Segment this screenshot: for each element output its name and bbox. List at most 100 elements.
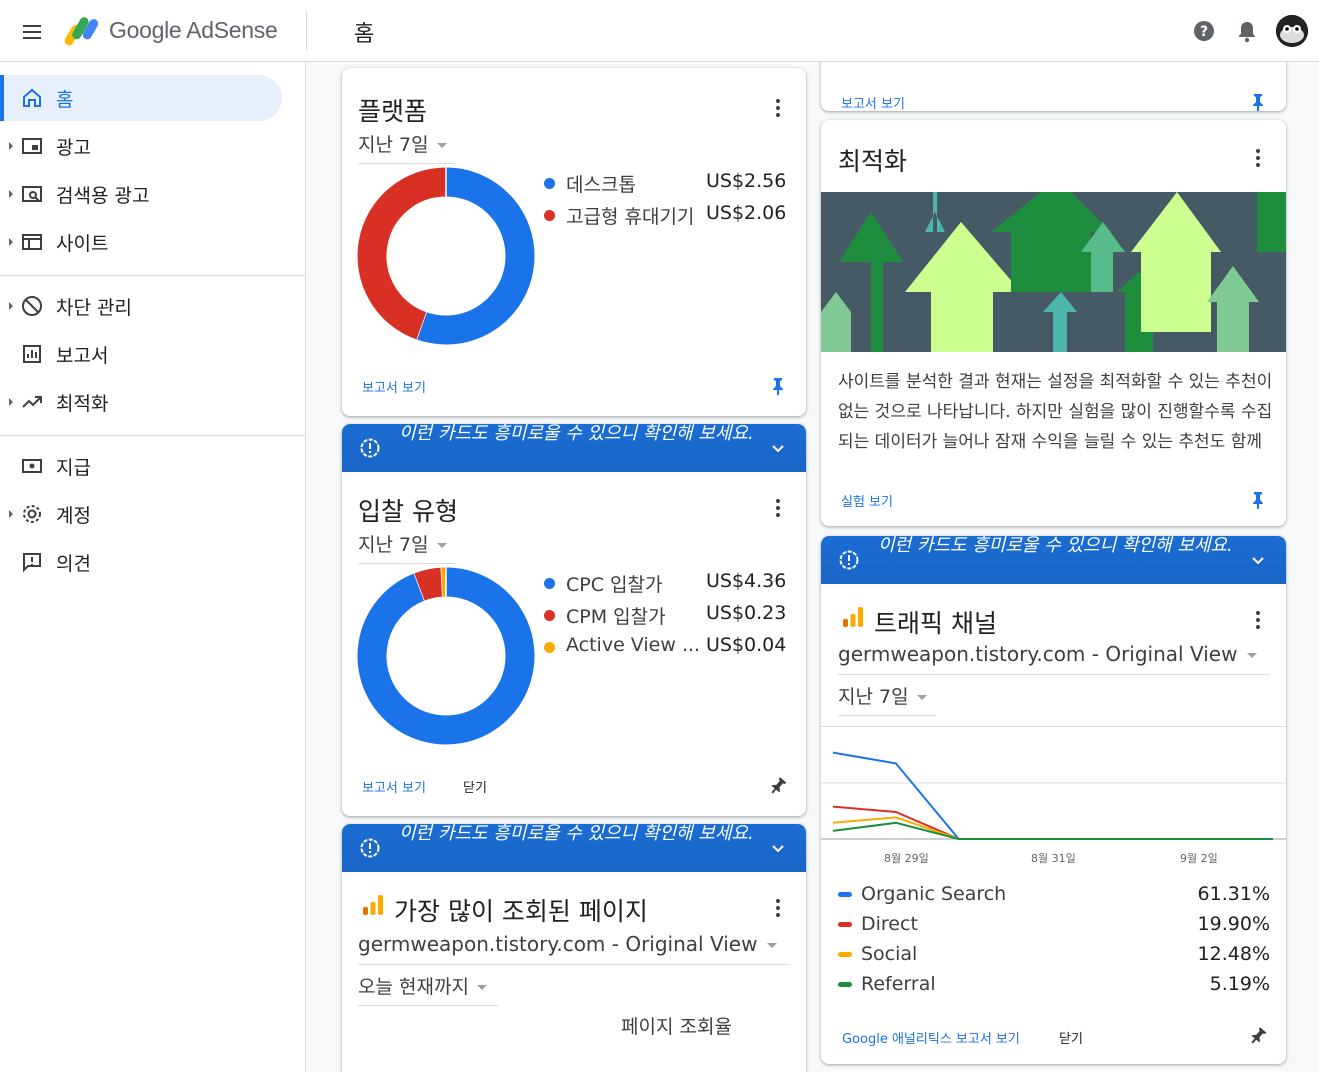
app-logo-text[interactable]: Google AdSense [109, 17, 278, 44]
optimization-illustration [821, 192, 1286, 352]
legend-item: CPC 입찰가 US$4.36 [544, 570, 794, 596]
sidebar-item-label: 의견 [56, 553, 91, 575]
pin-icon[interactable] [768, 776, 788, 796]
more-options-icon[interactable] [766, 96, 790, 120]
legend-value: US$2.56 [706, 170, 787, 192]
legend-label: Referral [861, 973, 936, 995]
sidebar-nav: 홈 광고 검색용 광고 사이트 차단 관리 보고서 최적화 지급 계정 의견 [0, 62, 306, 1072]
date-range-select[interactable]: 지난 7일 [838, 682, 936, 716]
date-range-value: 지난 7일 [838, 686, 909, 708]
pin-icon[interactable] [768, 376, 788, 396]
analytics-icon [363, 895, 383, 915]
legend-value: US$0.04 [706, 634, 787, 656]
nav-divider [0, 275, 306, 276]
legend-value: 19.90% [1197, 913, 1270, 935]
search-ads-icon [22, 186, 42, 202]
menu-icon[interactable] [20, 20, 44, 44]
sidebar-item-optimization[interactable]: 최적화 [0, 379, 282, 425]
view-report-link[interactable]: 보고서 보기 [362, 777, 426, 796]
page-title: 홈 [354, 22, 375, 47]
main-content: 플랫폼 지난 7일 데스크톱 US$2.56 고급형 휴대기기 US$2.06 … [307, 62, 1319, 1072]
ads-icon [22, 138, 42, 154]
pin-icon[interactable] [1248, 1026, 1268, 1046]
home-icon [23, 88, 41, 107]
pin-icon[interactable] [1248, 490, 1268, 510]
more-options-icon[interactable] [1246, 146, 1270, 170]
legend-item: CPM 입찰가 US$0.23 [544, 602, 794, 628]
sidebar-item-label: 차단 관리 [56, 297, 132, 319]
dropdown-caret-icon [476, 985, 487, 990]
expand-caret-icon [9, 238, 13, 246]
top-app-bar: Google AdSense 홈 ? [0, 0, 1319, 62]
legend-value: 61.31% [1197, 883, 1270, 905]
sidebar-item-home[interactable]: 홈 [0, 75, 282, 121]
alert-icon [360, 838, 380, 858]
sidebar-item-search-ads[interactable]: 검색용 광고 [0, 171, 282, 217]
expand-caret-icon [9, 510, 13, 518]
legend-item: Active View ... US$0.04 [544, 634, 794, 658]
legend-label: Organic Search [861, 883, 1007, 905]
series-line-organic-search [832, 751, 1273, 840]
legend-label: Active View ... [566, 634, 701, 656]
card-title: 입찰 유형 [358, 497, 458, 526]
sidebar-item-payments[interactable]: 지급 [0, 443, 282, 489]
card-title: 플랫폼 [358, 97, 428, 126]
suggestion-banner[interactable]: 이런 카드도 흥미로울 수 있으니 확인해 보세요. [821, 536, 1286, 584]
optimization-message: 사이트를 분석한 결과 현재는 설정을 최적화할 수 있는 추천이 없는 것으로… [838, 372, 1273, 452]
bid-type-card: 이런 카드도 흥미로울 수 있으니 확인해 보세요. 입찰 유형 지난 7일 C… [342, 424, 806, 816]
legend-swatch [838, 952, 852, 957]
pin-icon[interactable] [1248, 92, 1268, 111]
traffic-channel-card: 이런 카드도 흥미로울 수 있으니 확인해 보세요. 트래픽 채널 germwe… [821, 536, 1286, 1064]
sidebar-item-feedback[interactable]: 의견 [0, 539, 282, 585]
sidebar-item-label: 계정 [56, 505, 91, 527]
dropdown-caret-icon [436, 143, 447, 148]
date-range-select[interactable]: 지난 7일 [358, 530, 456, 564]
trending-up-icon [22, 396, 42, 408]
dismiss-button[interactable]: 닫기 [1059, 1028, 1083, 1047]
sidebar-item-sites[interactable]: 사이트 [0, 219, 282, 265]
report-card-partial: 보고서 보기 [821, 62, 1286, 111]
nav-divider [0, 435, 306, 436]
sidebar-item-label: 광고 [56, 137, 91, 159]
legend-swatch [544, 642, 555, 653]
site-select[interactable]: germweapon.tistory.com - Original View [838, 642, 1270, 675]
more-options-icon[interactable] [766, 896, 790, 920]
date-range-value: 오늘 현재까지 [358, 976, 469, 998]
card-title: 트래픽 채널 [874, 609, 997, 638]
x-axis-tick: 8월 31일 [1031, 852, 1076, 865]
view-report-link[interactable]: 보고서 보기 [362, 377, 426, 396]
legend-value: US$2.06 [706, 202, 787, 224]
view-experiments-link[interactable]: 실험 보기 [841, 491, 893, 510]
help-icon[interactable]: ? [1192, 19, 1216, 43]
legend-swatch [838, 982, 852, 987]
dropdown-caret-icon [436, 543, 447, 548]
date-range-select[interactable]: 오늘 현재까지 [358, 972, 498, 1006]
legend-label: 고급형 휴대기기 [566, 206, 695, 228]
card-title: 가장 많이 조회된 페이지 [394, 897, 648, 926]
date-range-select[interactable]: 지난 7일 [358, 130, 456, 164]
sidebar-item-reports[interactable]: 보고서 [0, 331, 282, 377]
alert-icon [839, 550, 859, 570]
donut-slice [414, 567, 444, 601]
sidebar-item-label: 홈 [56, 89, 74, 111]
suggestion-banner-text: 이런 카드도 흥미로울 수 있으니 확인해 보세요. [399, 424, 754, 444]
sidebar-item-label: 최적화 [56, 393, 109, 415]
site-select[interactable]: germweapon.tistory.com - Original View [358, 932, 790, 965]
more-options-icon[interactable] [766, 496, 790, 520]
series-line-referral [832, 821, 1273, 840]
sidebar-item-account[interactable]: 계정 [0, 491, 282, 537]
sidebar-item-ads[interactable]: 광고 [0, 123, 282, 169]
dismiss-button[interactable]: 닫기 [463, 777, 487, 796]
view-report-link[interactable]: 보고서 보기 [841, 93, 905, 111]
sidebar-item-blocking-controls[interactable]: 차단 관리 [0, 283, 282, 329]
notifications-bell-icon[interactable] [1236, 19, 1258, 43]
more-options-icon[interactable] [1246, 608, 1270, 632]
suggestion-banner[interactable]: 이런 카드도 흥미로울 수 있으니 확인해 보세요. [342, 824, 806, 872]
legend-value: US$0.23 [706, 602, 787, 624]
top-pages-card: 이런 카드도 흥미로울 수 있으니 확인해 보세요. 가장 많이 조회된 페이지… [342, 824, 806, 1072]
dropdown-caret-icon [767, 943, 778, 948]
analytics-report-link[interactable]: Google 애널리틱스 보고서 보기 [842, 1028, 1020, 1047]
suggestion-banner[interactable]: 이런 카드도 흥미로울 수 있으니 확인해 보세요. [342, 424, 806, 472]
expand-caret-icon [9, 398, 13, 406]
user-avatar[interactable] [1276, 15, 1308, 47]
